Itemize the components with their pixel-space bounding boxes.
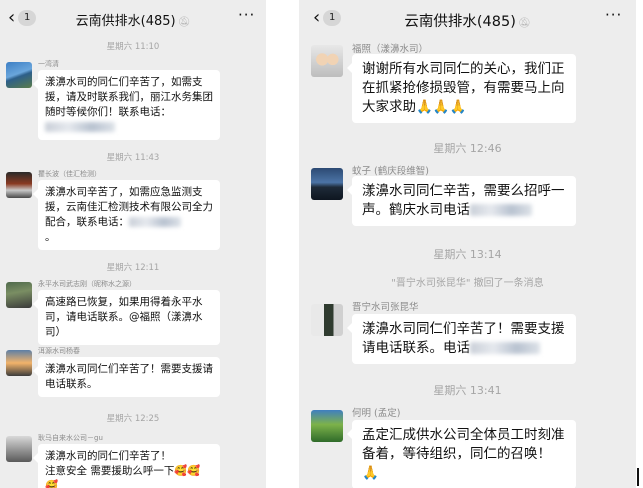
message-bubble[interactable]: 漾濞水司同仁们辛苦了！需要支援请电话联系。电话 (347, 314, 576, 364)
avatar[interactable] (311, 45, 343, 77)
bell-muted-icon: 🔕︎ (517, 18, 531, 29)
chat-header: ‹ 1 云南供排水(485) 🔕︎ ··· (0, 0, 266, 36)
chat-header: ‹ 1 云南供排水(485) 🔕︎ ··· (299, 0, 636, 36)
avatar[interactable] (311, 168, 343, 200)
timestamp: 星期六 11:10 (106, 42, 160, 52)
sender-name: 何明 (孟定) (352, 408, 401, 419)
text-cursor (637, 468, 639, 486)
redacted-phone (129, 217, 181, 227)
sender-name: 瞿长波（佳汇检测） (38, 170, 101, 178)
chat-panel-right: ‹ 1 云南供排水(485) 🔕︎ ··· 福照（漾濞水司） 谢谢所有水司同仁的关… (299, 0, 636, 488)
timestamp: 星期六 11:43 (106, 153, 160, 163)
avatar[interactable] (311, 410, 343, 442)
chat-title-text: 云南供排水(485) (404, 14, 516, 30)
message-bubble[interactable]: 漾濞水司同仁辛苦，需要么招呼一声。鹤庆水司电话 (347, 176, 576, 226)
message-bubble[interactable]: 高速路已恢复，如果用得着永平水司，请电话联系。@福照（漾濞水司） (33, 290, 220, 345)
avatar[interactable] (6, 436, 32, 462)
avatar[interactable] (6, 62, 32, 88)
recall-notice: "晋宁水司张昆华" 撤回了一条消息 (391, 278, 544, 289)
more-options-icon[interactable]: ··· (238, 6, 255, 24)
message-bubble[interactable]: 孟定汇成供水公司全体员工时刻准备着，等待组织，同仁的召唤！🙏 (347, 420, 576, 488)
timestamp: 星期六 12:46 (433, 142, 502, 155)
chat-panel-left: ‹ 1 云南供排水(485) 🔕︎ ··· 星期六 11:10 一湾清 漾濞水司的… (0, 0, 266, 488)
message-text: 漾濞水司同仁辛苦，需要么招呼一声。鹤庆水司电话 (362, 183, 565, 218)
message-text: 高速路已恢复，如果用得着永平水司，请电话联系。@福照（漾濞水司） (45, 296, 203, 338)
message-text: 漾濞水司同仁们辛苦了！需要支援请电话联系。 (45, 363, 213, 390)
sender-name: 耿马自来水公司－gu (38, 434, 103, 442)
sender-name: 洱源水司杨春 (38, 347, 80, 355)
chat-title: 云南供排水(485) 🔕︎ (299, 10, 636, 31)
timestamp: 星期六 13:14 (433, 248, 502, 261)
redacted-phone (45, 122, 115, 132)
message-bubble[interactable]: 漾濞水司辛苦了，如需应急监测支援，云南佳汇检测技术有限公司全力配合，联系电话： … (33, 180, 220, 250)
avatar[interactable] (311, 304, 343, 336)
more-options-icon[interactable]: ··· (605, 6, 622, 24)
sender-name: 一湾清 (38, 60, 59, 68)
message-bubble[interactable]: 谢谢所有水司同仁的关心，我们正在抓紧抢修损毁管，有需要马上向大家求助🙏🙏🙏 (347, 54, 576, 123)
avatar[interactable] (6, 282, 32, 308)
chat-title-text: 云南供排水(485) (75, 14, 176, 29)
timestamp: 星期六 12:25 (106, 414, 160, 424)
message-bubble[interactable]: 漾濞水司的同仁们辛苦了！ 注意安全 需要援助么呼一下🥰🥰 🥰 (33, 444, 220, 488)
chat-title: 云南供排水(485) 🔕︎ (0, 10, 266, 29)
bell-muted-icon: 🔕︎ (177, 17, 191, 28)
message-text: 注意安全 需要援助么呼一下🥰🥰 (45, 465, 201, 477)
message-text: 谢谢所有水司同仁的关心，我们正在抓紧抢修损毁管，有需要马上向大家求助🙏🙏🙏 (362, 61, 565, 115)
avatar[interactable] (6, 172, 32, 198)
sender-name: 福照（漾濞水司） (352, 44, 429, 55)
timestamp: 星期六 12:11 (106, 263, 160, 273)
message-text: 漾濞水司的同仁们辛苦了！ (45, 450, 171, 462)
message-bubble[interactable]: 漾濞水司的同仁们辛苦了，如需支援，请及时联系我们，丽江水务集团随时等候你们！联系… (33, 70, 220, 140)
message-bubble[interactable]: 漾濞水司同仁们辛苦了！需要支援请电话联系。 (33, 357, 220, 397)
timestamp: 星期六 13:41 (433, 384, 502, 397)
message-text: 🥰 (45, 480, 59, 488)
message-text: 。 (45, 231, 56, 243)
message-text: 孟定汇成供水公司全体员工时刻准备着，等待组织，同仁的召唤！🙏 (362, 427, 565, 481)
sender-name: 永平水司武志刚（昵称水之源） (38, 280, 136, 288)
sender-name: 晋宁水司张昆华 (352, 302, 419, 313)
avatar[interactable] (6, 350, 32, 376)
sender-name: 蚊子 (鹤庆段维智) (352, 166, 429, 177)
message-text: 漾濞水司的同仁们辛苦了，如需支援，请及时联系我们，丽江水务集团随时等候你们！联系… (45, 76, 213, 118)
redacted-phone (470, 342, 540, 354)
redacted-phone (470, 204, 532, 216)
